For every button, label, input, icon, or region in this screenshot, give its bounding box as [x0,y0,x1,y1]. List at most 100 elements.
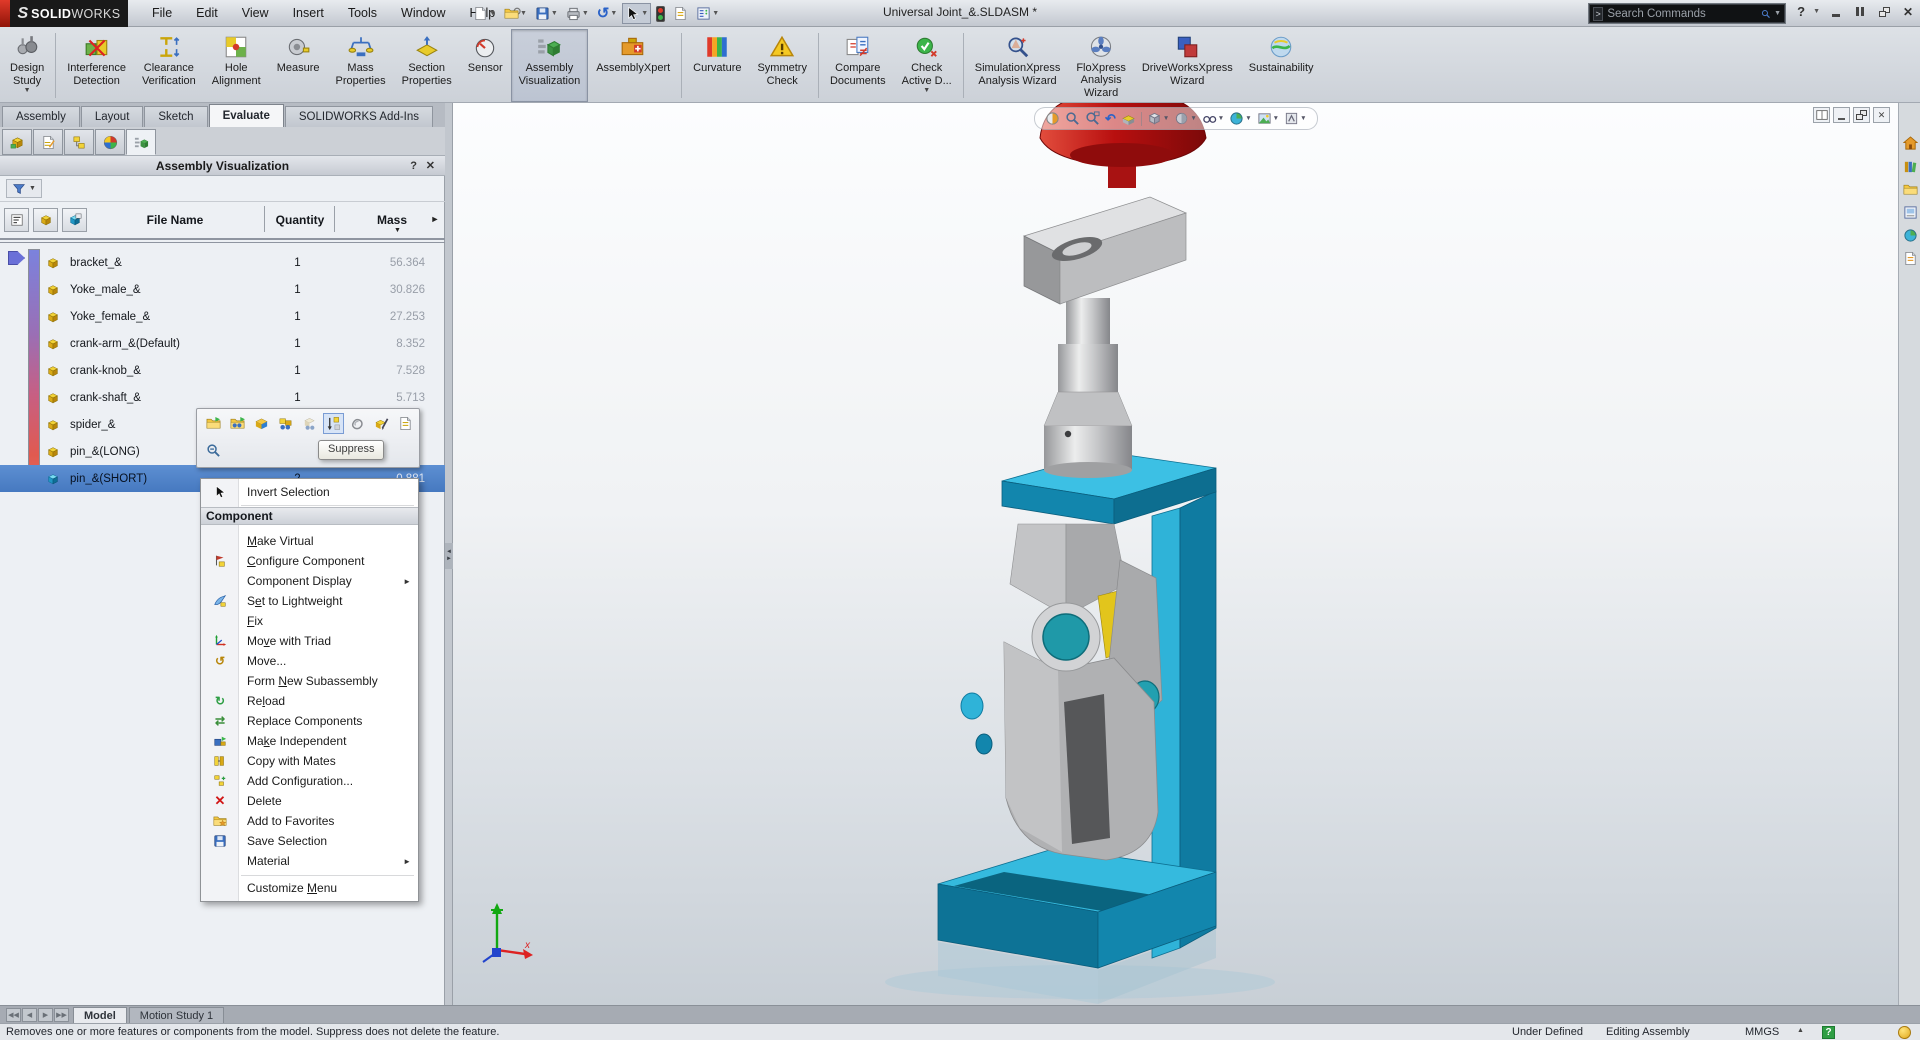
menu-item-add-configuration[interactable]: Add Configuration... [201,771,418,791]
minimize-button[interactable] [1828,5,1844,19]
view-mates-button[interactable] [275,413,296,434]
tab-propertymanager[interactable] [33,129,63,155]
restore-button[interactable] [1876,5,1892,19]
graphics-viewport[interactable]: ↶ ▼ ▼ ▼ ▼ ▼ ▼ ✕ x [453,103,1898,1005]
assembly-visualization-button[interactable]: AssemblyVisualization [511,29,589,102]
units-dropdown-icon[interactable]: ▲ [1797,1027,1804,1034]
isolate-button[interactable] [251,413,272,434]
first-tab-button[interactable]: ◀◀ [6,1008,21,1022]
view-settings-icon[interactable]: ▼ [1284,111,1306,126]
previous-view-icon[interactable]: ↶ [1105,111,1116,127]
tab-motion-study-1[interactable]: Motion Study 1 [129,1007,224,1023]
menu-item-delete[interactable]: ✕ Delete [201,791,418,811]
next-tab-button[interactable]: ▶ [38,1008,53,1022]
panel-close-icon[interactable]: ✕ [426,159,435,172]
table-row[interactable]: Yoke_male_& 1 30.826 [0,276,445,303]
menu-item-save-selection[interactable]: Save Selection [201,831,418,851]
file-properties-button[interactable] [670,3,691,24]
open-with-dependents-button[interactable] [227,413,248,434]
solidworks-resources-icon[interactable] [1900,133,1920,153]
prev-tab-button[interactable]: ◀ [22,1008,37,1022]
search-input[interactable] [1607,8,1761,20]
menu-item-replace-components[interactable]: ⇄ Replace Components [201,711,418,731]
viewport-split-icon[interactable] [1813,107,1830,123]
table-row[interactable]: crank-shaft_& 1 5.713 [0,384,445,411]
zoom-to-selection-button[interactable] [203,440,224,461]
quick-tips-help-icon[interactable]: ? [1822,1026,1835,1039]
section-properties-button[interactable]: SectionProperties [394,29,460,102]
menu-item-invert-selection[interactable]: Invert Selection [201,482,418,502]
section-view-icon[interactable] [1121,111,1136,126]
tab-featuremanager[interactable] [2,129,32,155]
column-quantity[interactable]: Quantity [268,213,332,227]
clearance-verification-button[interactable]: ClearanceVerification [134,29,204,102]
tab-solidworks-addins[interactable]: SOLIDWORKS Add-Ins [285,106,433,127]
display-style-icon[interactable]: ▼ [1174,111,1196,126]
hole-alignment-button[interactable]: HoleAlignment [204,29,269,102]
design-study-button[interactable]: Design Study ▼ [2,29,52,102]
menu-item-move[interactable]: ↺ Move... [201,651,418,671]
show-with-dependents-button[interactable] [299,413,320,434]
tab-evaluate[interactable]: Evaluate [209,104,284,127]
driveworksxpress-button[interactable]: DriveWorksXpressWizard [1134,29,1241,102]
flat-view-button[interactable] [4,208,29,232]
table-row[interactable]: bracket_& 1 56.364 [0,249,445,276]
rebuild-button[interactable] [653,3,668,24]
component-properties-button[interactable] [395,413,416,434]
edit-part-button[interactable] [371,413,392,434]
open-part-button[interactable] [203,413,224,434]
interference-detection-button[interactable]: InterferenceDetection [59,29,134,102]
menu-item-form-new-subassembly[interactable]: Form New Subassembly [201,671,418,691]
edit-appearance-icon[interactable]: ▼ [1229,111,1251,126]
view-orientation-icon[interactable]: ▼ [1147,111,1169,126]
curvature-button[interactable]: Curvature [685,29,749,102]
filter-button[interactable]: ▼ [6,179,42,198]
view-orientation-sphere-icon[interactable] [1045,111,1060,126]
search-icon[interactable] [1761,7,1771,21]
suppress-button[interactable] [323,413,344,434]
menu-item-move-with-triad[interactable]: Move with Triad [201,631,418,651]
help-icon[interactable]: ? [1797,4,1805,19]
tab-displaymanager[interactable] [95,129,125,155]
menu-item-copy-with-mates[interactable]: Copy with Mates [201,751,418,771]
compare-documents-button[interactable]: CompareDocuments [822,29,894,102]
tab-layout[interactable]: Layout [81,106,144,127]
file-explorer-icon[interactable] [1900,179,1920,199]
menu-item-component-display[interactable]: Component Display ► [201,571,418,591]
new-document-button[interactable]: ▼ [470,3,499,24]
menu-item-make-independent[interactable]: Make Independent [201,731,418,751]
menu-item-fix[interactable]: Fix [201,611,418,631]
menu-item-material[interactable]: Material ► [201,851,418,871]
status-units[interactable]: MMGS [1745,1026,1779,1038]
search-dropdown-icon[interactable]: ▼ [1774,10,1781,17]
appearances-scenes-icon[interactable] [1900,225,1920,245]
menu-item-set-to-lightweight[interactable]: Set to Lightweight [201,591,418,611]
open-button[interactable]: ▼ [501,3,530,24]
menu-edit[interactable]: Edit [184,0,230,26]
tab-configurationmanager[interactable] [64,129,94,155]
assemblyxpert-button[interactable]: AssemblyXpert [588,29,678,102]
viewport-close-icon[interactable]: ✕ [1873,107,1890,123]
menu-item-configure-component[interactable]: Configure Component [201,551,418,571]
close-button[interactable]: ✕ [1900,5,1916,19]
check-active-document-button[interactable]: CheckActive D... ▼ [894,29,960,102]
table-row[interactable]: Yoke_female_& 1 27.253 [0,303,445,330]
tag-icon[interactable] [1898,1026,1911,1039]
sensor-button[interactable]: Sensor [460,29,511,102]
zoom-area-icon[interactable] [1085,111,1100,126]
appearances-button[interactable] [347,413,368,434]
custom-properties-icon[interactable] [1900,248,1920,268]
menu-insert[interactable]: Insert [281,0,336,26]
sustainability-button[interactable]: Sustainability [1241,29,1322,102]
more-columns-button[interactable]: ► [428,210,442,228]
select-tool-button[interactable]: ▼ [622,3,651,24]
tab-assembly-visualization[interactable] [126,129,156,155]
view-palette-icon[interactable] [1900,202,1920,222]
save-button[interactable]: ▼ [532,3,561,24]
column-mass[interactable]: Mass [350,213,434,227]
search-commands-box[interactable]: > ▼ [1588,3,1786,24]
undo-button[interactable]: ↺▼ [594,3,621,24]
part-level-button[interactable] [33,208,58,232]
symmetry-check-button[interactable]: SymmetryCheck [749,29,815,102]
zoom-fit-icon[interactable] [1065,111,1080,126]
